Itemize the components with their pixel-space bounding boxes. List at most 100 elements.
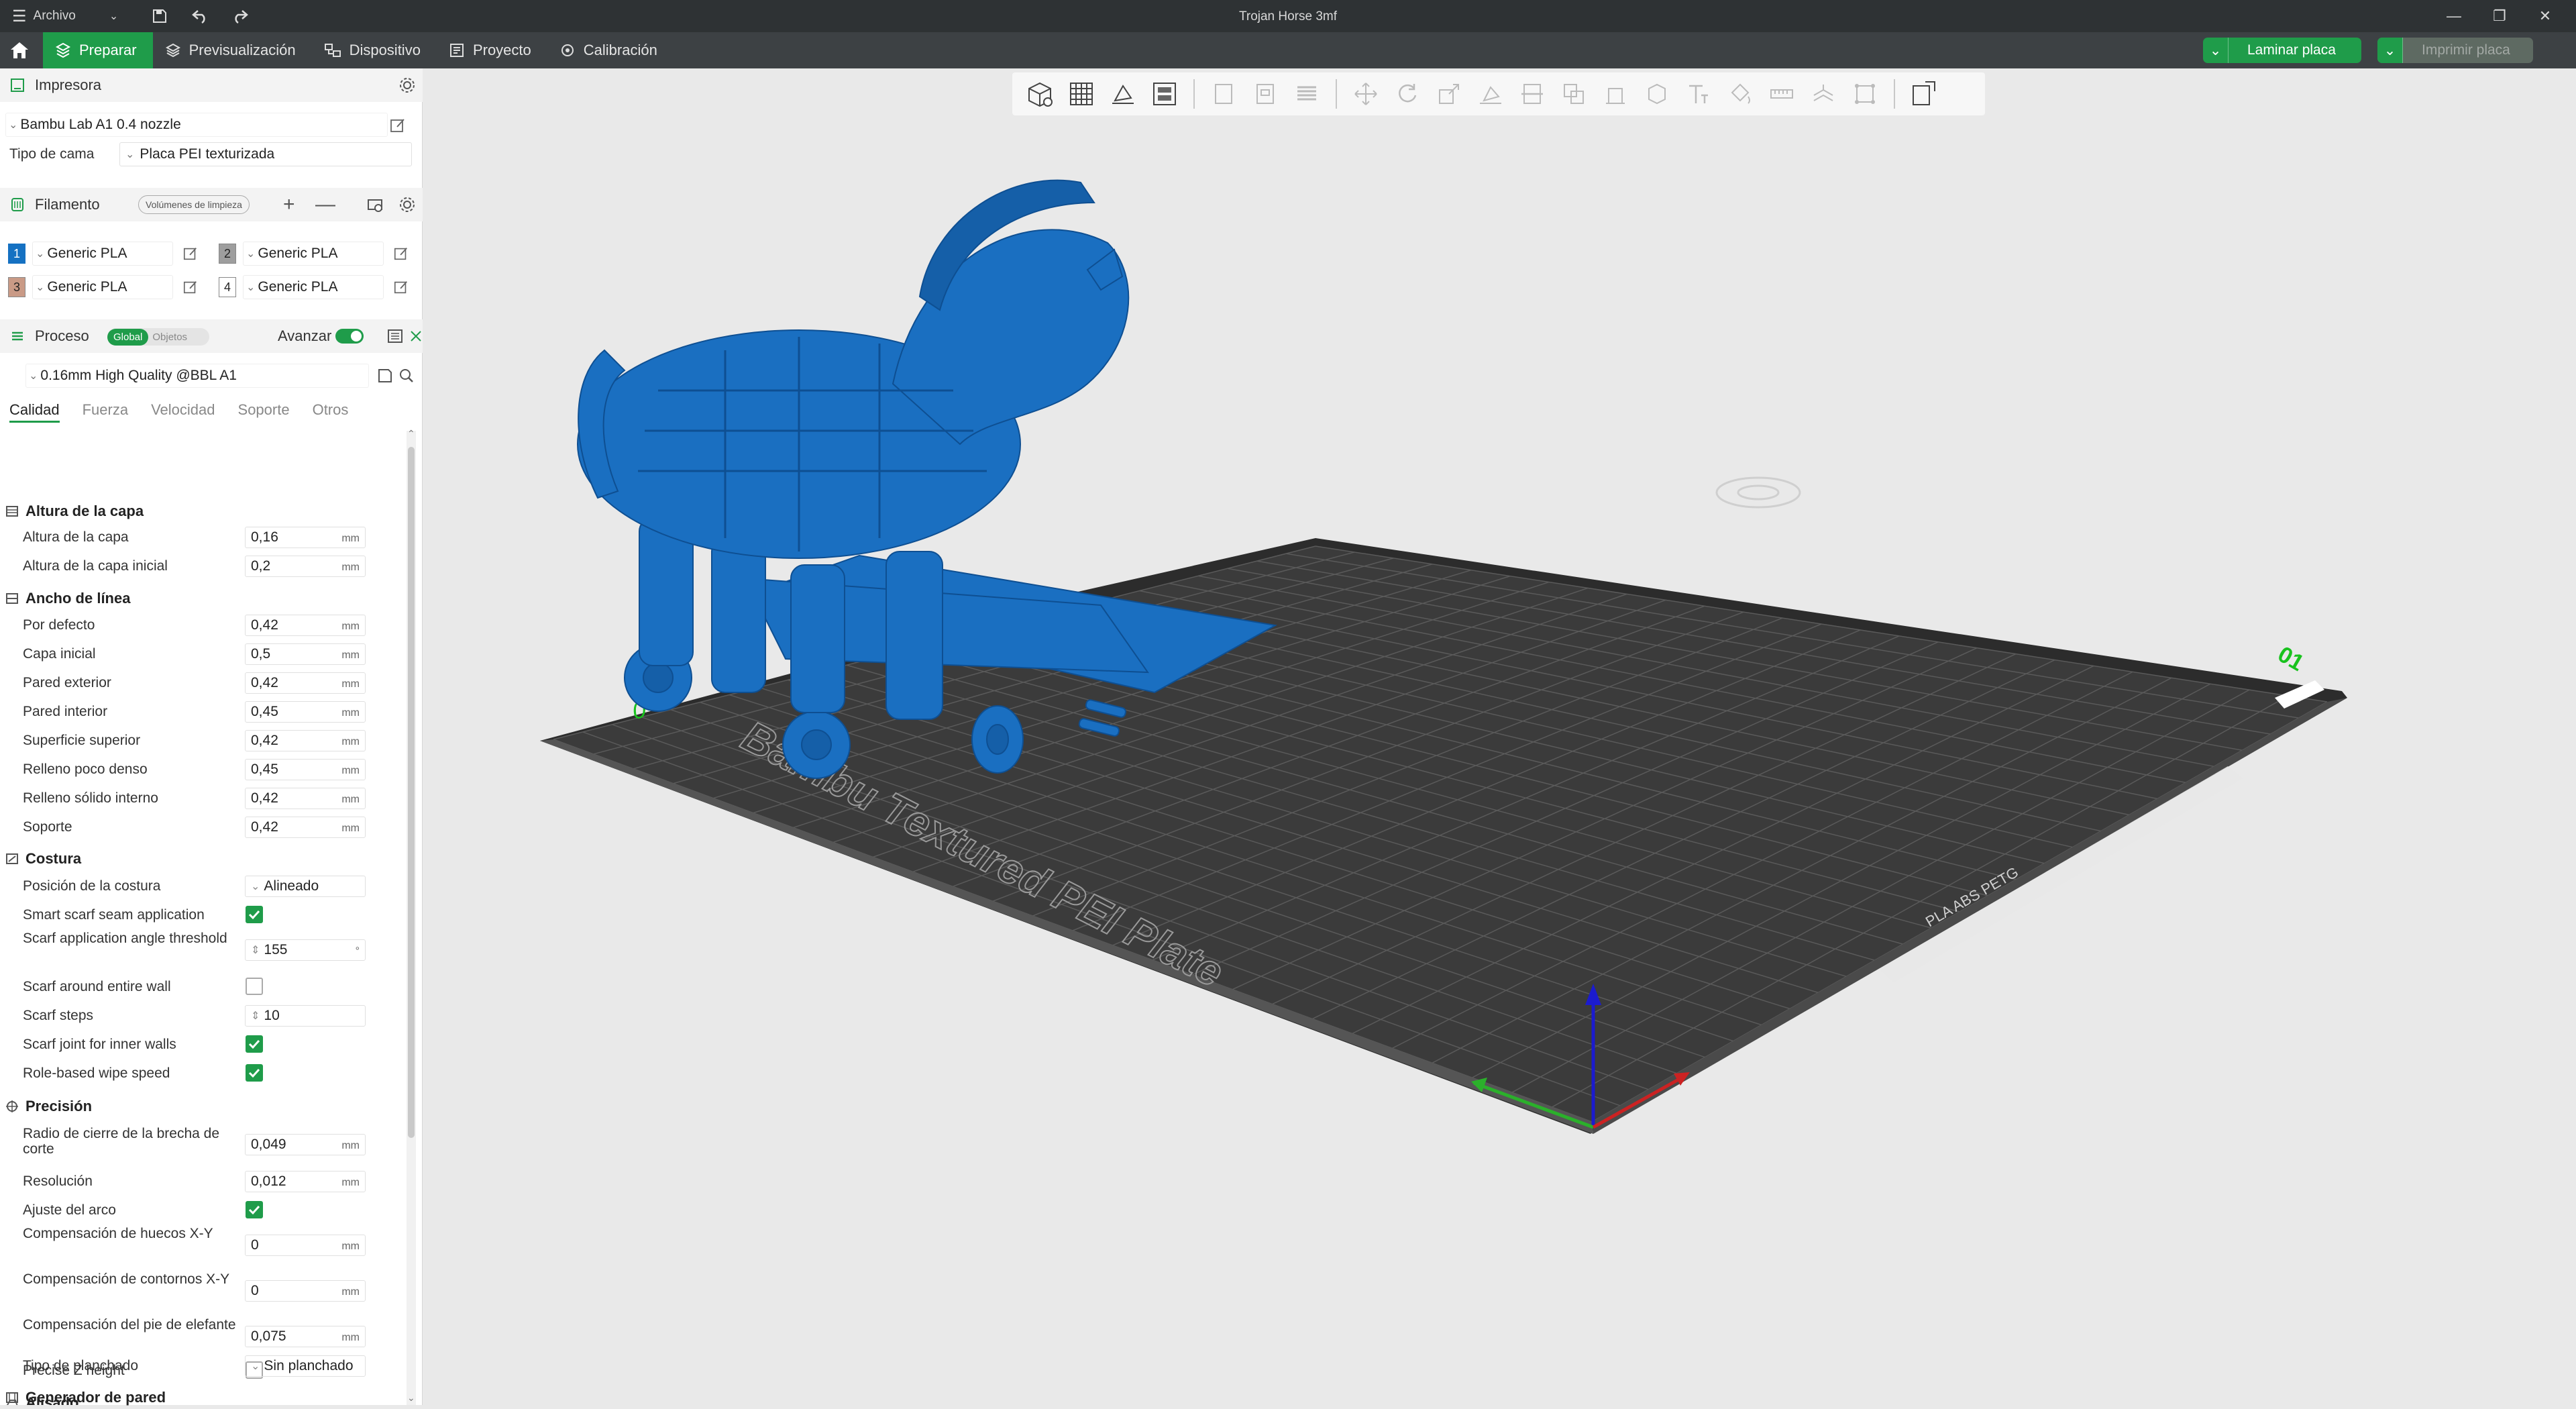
close-button[interactable]: ✕ bbox=[2522, 0, 2568, 32]
scroll-down-icon[interactable]: ⌄ bbox=[407, 1392, 415, 1404]
line-width-sparse-input[interactable]: 0,45 mm bbox=[245, 759, 366, 780]
slice-gap-input[interactable]: 0,049 mm bbox=[245, 1134, 366, 1155]
tab-strength[interactable]: Fuerza bbox=[83, 401, 128, 423]
tab-support[interactable]: Soporte bbox=[238, 401, 290, 423]
add-filament-button[interactable]: + bbox=[283, 193, 295, 216]
chevron-down-icon[interactable]: ⌄ bbox=[2203, 38, 2229, 63]
compare-icon[interactable] bbox=[408, 328, 424, 344]
chevron-down-icon[interactable]: ⌄ bbox=[2377, 38, 2403, 63]
filament-select[interactable]: ⌄ Generic PLA bbox=[243, 275, 384, 299]
edit-icon[interactable] bbox=[389, 117, 407, 134]
filament-slot-4[interactable]: 4 ⌄ Generic PLA bbox=[219, 274, 409, 301]
tab-speed[interactable]: Velocidad bbox=[151, 401, 215, 423]
global-toggle[interactable]: Global bbox=[107, 328, 149, 346]
global-objects-toggle[interactable]: Global Objetos bbox=[107, 328, 209, 346]
scarf-angle-input[interactable]: ⇕ 155 ° bbox=[245, 939, 366, 961]
print-plate-button[interactable]: ⌄ Imprimir placa bbox=[2377, 38, 2533, 63]
save-preset-icon[interactable] bbox=[377, 368, 393, 384]
scarf-steps-input[interactable]: ⇕ 10 bbox=[245, 1005, 366, 1027]
line-width-support-input[interactable]: 0,42 mm bbox=[245, 817, 366, 838]
filament-select[interactable]: ⌄ Generic PLA bbox=[32, 242, 173, 266]
slice-plate-button[interactable]: ⌄ Laminar placa bbox=[2203, 38, 2361, 63]
filament-slot-3[interactable]: 3 ⌄ Generic PLA bbox=[8, 274, 199, 301]
tab-prepare[interactable]: Preparar bbox=[43, 32, 153, 68]
spin-icon[interactable]: ⇕ bbox=[251, 1009, 260, 1023]
filament-select[interactable]: ⌄ Generic PLA bbox=[32, 275, 173, 299]
line-width-top-input[interactable]: 0,42 mm bbox=[245, 730, 366, 751]
xy-contour-compensation-input[interactable]: 0 mm bbox=[245, 1280, 366, 1302]
line-width-solid-input[interactable]: 0,42 mm bbox=[245, 788, 366, 809]
initial-layer-height-input[interactable]: 0,2 mm bbox=[245, 556, 366, 577]
tab-others[interactable]: Otros bbox=[313, 401, 349, 423]
scarf-inner-walls-checkbox[interactable] bbox=[246, 1035, 263, 1053]
edit-icon[interactable] bbox=[393, 246, 409, 262]
xy-hole-compensation-input[interactable]: 0 mm bbox=[245, 1235, 366, 1256]
unit: mm bbox=[341, 533, 360, 544]
printer-select[interactable]: ⌄ Bambu Lab A1 0.4 nozzle bbox=[5, 113, 388, 137]
filament-swatch[interactable]: 2 bbox=[219, 244, 236, 264]
save-button[interactable] bbox=[144, 0, 176, 32]
param-label: Por defecto bbox=[23, 617, 95, 633]
filament-swatch[interactable]: 1 bbox=[8, 244, 25, 264]
edit-icon[interactable] bbox=[393, 279, 409, 295]
scrollbar-thumb[interactable] bbox=[408, 447, 415, 1138]
tab-quality[interactable]: Calidad bbox=[9, 401, 60, 423]
process-preset-select[interactable]: ⌄ 0.16mm High Quality @BBL A1 bbox=[25, 364, 369, 388]
line-width-inner-input[interactable]: 0,45 mm bbox=[245, 701, 366, 723]
restore-button[interactable]: ❐ bbox=[2477, 0, 2522, 32]
scarf-entire-wall-checkbox[interactable] bbox=[246, 978, 263, 995]
filament-swatch[interactable]: 3 bbox=[8, 277, 25, 297]
home-button[interactable] bbox=[0, 32, 39, 68]
gear-icon[interactable] bbox=[398, 76, 416, 94]
tab-preview-label: Previsualización bbox=[189, 42, 296, 58]
spin-icon[interactable]: ⇕ bbox=[251, 943, 260, 957]
edit-icon[interactable] bbox=[182, 246, 199, 262]
calibration-icon bbox=[561, 44, 574, 56]
chevron-down-icon: ⌄ bbox=[251, 1361, 260, 1372]
unit: mm bbox=[341, 1332, 360, 1343]
edit-icon[interactable] bbox=[182, 279, 199, 295]
resolution-input[interactable]: 0,012 mm bbox=[245, 1171, 366, 1192]
objects-toggle[interactable]: Objetos bbox=[148, 331, 191, 343]
sync-filament-icon[interactable] bbox=[366, 196, 384, 213]
role-wipe-speed-checkbox[interactable] bbox=[246, 1064, 263, 1082]
redo-button[interactable] bbox=[224, 0, 256, 32]
filament-select[interactable]: ⌄ Generic PLA bbox=[243, 242, 384, 266]
gear-icon[interactable] bbox=[398, 196, 416, 213]
search-icon[interactable] bbox=[398, 368, 415, 384]
value: 10 bbox=[264, 1008, 280, 1023]
elephant-foot-input[interactable]: 0,075 mm bbox=[245, 1326, 366, 1347]
params-scrollbar[interactable]: ⌃ ⌄ bbox=[407, 428, 416, 1405]
tab-calibration[interactable]: Calibración bbox=[547, 32, 674, 68]
advanced-switch[interactable] bbox=[335, 329, 364, 344]
bed-type-select[interactable]: ⌄ Placa PEI texturizada bbox=[119, 142, 412, 166]
param-label: Posición de la costura bbox=[23, 878, 161, 894]
param-label: Scarf steps bbox=[23, 1008, 94, 1023]
remove-filament-button[interactable]: — bbox=[315, 193, 335, 216]
layer-height-input[interactable]: 0,16 mm bbox=[245, 527, 366, 548]
group-title: Generador de pared bbox=[25, 1389, 166, 1406]
filament-slot-1[interactable]: 1 ⌄ Generic PLA bbox=[8, 240, 199, 267]
flush-volumes-button[interactable]: Volúmenes de limpieza bbox=[138, 195, 250, 214]
scroll-up-icon[interactable]: ⌃ bbox=[407, 428, 415, 439]
tab-preview[interactable]: Previsualización bbox=[153, 32, 312, 68]
value: 0,45 bbox=[251, 762, 278, 777]
filament-swatch[interactable]: 4 bbox=[219, 277, 236, 297]
undo-button[interactable] bbox=[184, 0, 216, 32]
3d-viewport[interactable]: Bambu Textured PEI Plate 0 01 PLA ABS PE… bbox=[423, 68, 2576, 1405]
tab-project[interactable]: Proyecto bbox=[437, 32, 547, 68]
filament-slot-2[interactable]: 2 ⌄ Generic PLA bbox=[219, 240, 409, 267]
line-width-outer-input[interactable]: 0,42 mm bbox=[245, 672, 366, 694]
build-plate-scene[interactable]: Bambu Textured PEI Plate 0 01 PLA ABS PE… bbox=[423, 68, 2576, 1405]
ironing-type-select[interactable]: ⌄ Sin planchado bbox=[245, 1355, 366, 1377]
minimize-button[interactable]: — bbox=[2431, 0, 2477, 32]
list-icon[interactable] bbox=[386, 327, 404, 345]
arc-fitting-checkbox[interactable] bbox=[246, 1201, 263, 1218]
seam-position-select[interactable]: ⌄ Alineado bbox=[245, 876, 366, 897]
smart-scarf-checkbox[interactable] bbox=[246, 906, 263, 923]
chevron-down-icon: ⌄ bbox=[246, 282, 256, 293]
line-width-default-input[interactable]: 0,42 mm bbox=[245, 615, 366, 636]
tab-device[interactable]: Dispositivo bbox=[312, 32, 437, 68]
line-width-initial-input[interactable]: 0,5 mm bbox=[245, 643, 366, 665]
file-menu[interactable]: ☰ Archivo ⌄ bbox=[0, 0, 118, 32]
